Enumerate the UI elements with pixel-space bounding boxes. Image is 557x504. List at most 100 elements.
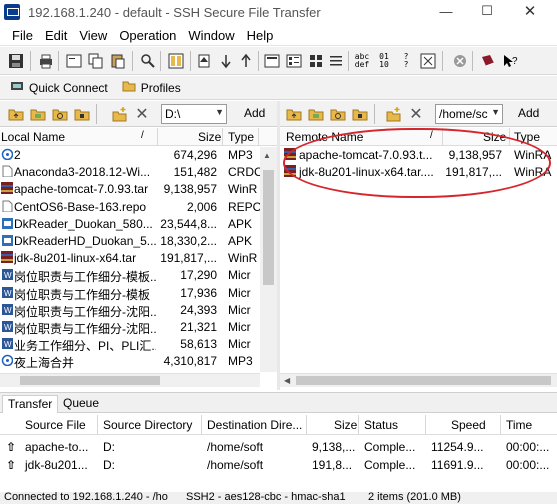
- file-row[interactable]: W 岗位职责与工作细分-模板 17,936 Micr: [0, 285, 277, 302]
- local-pane: ✕ D:\ ▼ Add Local Name / Size Type 2 674,…: [0, 101, 277, 390]
- upload-arrow-icon[interactable]: [236, 51, 256, 71]
- transfer-row[interactable]: ⇧ apache-to... D: /home/soft 9,138,... C…: [0, 438, 557, 456]
- remote-delete-icon[interactable]: ✕: [406, 104, 426, 124]
- icons-view-icon[interactable]: [306, 51, 326, 71]
- binary-mode-icon[interactable]: 01 10: [374, 51, 394, 71]
- menu-operation[interactable]: Operation: [119, 28, 176, 43]
- local-sync-folder-icon[interactable]: [72, 104, 92, 124]
- file-row[interactable]: Anaconda3-2018.12-Wi... 151,482 CRDC: [0, 164, 277, 181]
- remote-add-button[interactable]: Add: [512, 104, 545, 124]
- file-name: jdk-8u201-linux-x64.tar....: [299, 165, 434, 180]
- local-delete-icon[interactable]: ✕: [132, 104, 152, 124]
- paste-icon[interactable]: [108, 51, 128, 71]
- remote-new-folder-icon[interactable]: [384, 104, 404, 124]
- file-row[interactable]: W 岗位职责与工作细分-沈阳... 21,321 Micr: [0, 319, 277, 336]
- remote-home-folder-icon[interactable]: [306, 104, 326, 124]
- app-icon: [4, 4, 20, 20]
- tab-queue[interactable]: Queue: [58, 395, 104, 413]
- col-status[interactable]: Status: [364, 418, 398, 432]
- print-icon[interactable]: [36, 51, 56, 71]
- file-size: 191,817,...: [160, 251, 217, 266]
- menu-view[interactable]: View: [79, 28, 107, 43]
- winrar-archive-icon: [1, 182, 13, 195]
- help-book-icon[interactable]: [478, 51, 498, 71]
- local-refresh-folder-icon[interactable]: [50, 104, 70, 124]
- local-vertical-scrollbar[interactable]: ▲: [260, 147, 277, 372]
- file-row[interactable]: W 业务工作细分、PI、PLI汇... 58,613 Micr: [0, 336, 277, 353]
- file-row[interactable]: W 岗位职责与工作细分-模板... 17,290 Micr: [0, 267, 277, 284]
- remote-up-folder-icon[interactable]: [284, 104, 304, 124]
- file-row[interactable]: DkReaderHD_Duokan_5... 18,330,2... APK: [0, 233, 277, 250]
- local-col-size[interactable]: Size: [198, 130, 221, 144]
- file-name: apache-tomcat-7.0.93.t...: [299, 148, 433, 162]
- scroll-up-icon[interactable]: ▲: [263, 151, 271, 160]
- local-hscroll-thumb[interactable]: [20, 376, 160, 385]
- close-icon[interactable]: ✕: [512, 0, 548, 22]
- download-arrow-icon[interactable]: [216, 51, 236, 71]
- file-row[interactable]: CentOS6-Base-163.repo 2,006 REPO: [0, 199, 277, 216]
- local-home-folder-icon[interactable]: [28, 104, 48, 124]
- remote-sync-folder-icon[interactable]: [350, 104, 370, 124]
- local-horizontal-scrollbar[interactable]: [0, 373, 260, 387]
- col-size[interactable]: Size: [334, 418, 357, 432]
- file-row[interactable]: DkReader_Duokan_580... 23,544,8... APK: [0, 216, 277, 233]
- file-type: Micr: [228, 319, 251, 334]
- remote-col-size[interactable]: Size: [483, 130, 506, 144]
- local-add-button[interactable]: Add: [238, 104, 271, 124]
- file-row[interactable]: jdk-8u201-linux-x64.tar 191,817,... WinR: [0, 250, 277, 267]
- file-transfer-icon[interactable]: [166, 51, 186, 71]
- file-size: 17,936: [180, 285, 217, 300]
- remote-hscroll-thumb[interactable]: [296, 376, 551, 385]
- local-col-type[interactable]: Type: [228, 130, 254, 144]
- col-destination-directory[interactable]: Destination Dire...: [207, 418, 302, 432]
- chevron-down-icon: ▼: [215, 107, 224, 117]
- menu-help[interactable]: Help: [247, 28, 274, 43]
- list-icon[interactable]: [326, 51, 346, 71]
- details-view-icon[interactable]: [284, 51, 304, 71]
- context-help-icon[interactable]: ?: [500, 51, 520, 71]
- file-size: 24,393: [180, 302, 217, 317]
- tab-transfer[interactable]: Transfer: [2, 395, 59, 413]
- copy-icon[interactable]: [86, 51, 106, 71]
- remote-refresh-folder-icon[interactable]: [328, 104, 348, 124]
- remote-file-list: apache-tomcat-7.0.93.t... 9,138,957 WinRA j…: [280, 147, 557, 181]
- find-icon[interactable]: [138, 51, 158, 71]
- audio-file-icon: [1, 148, 13, 160]
- remote-col-name[interactable]: Remote Name: [286, 130, 363, 144]
- local-path-select[interactable]: D:\ ▼: [161, 104, 227, 124]
- col-source-file[interactable]: Source File: [25, 418, 86, 432]
- maximize-icon[interactable]: ☐: [469, 0, 505, 22]
- file-row[interactable]: apache-tomcat-7.0.93.tar 9,138,957 WinR: [0, 181, 277, 198]
- col-time[interactable]: Time: [506, 418, 532, 432]
- local-col-name[interactable]: Local Name: [1, 130, 65, 144]
- menu-edit[interactable]: Edit: [45, 28, 67, 43]
- remote-path-select[interactable]: /home/sc ▼: [435, 104, 503, 124]
- quick-connect-button[interactable]: Quick Connect: [10, 79, 108, 96]
- new-terminal-icon[interactable]: [64, 51, 84, 71]
- file-row[interactable]: W 岗位职责与工作细分-沈阳... 24,393 Micr: [0, 302, 277, 319]
- transfer-row[interactable]: ⇧ jdk-8u201... D: /home/soft 191,8... Co…: [0, 456, 557, 474]
- auto-mode-icon[interactable]: ??: [396, 51, 416, 71]
- save-icon[interactable]: [6, 51, 26, 71]
- upload-icon[interactable]: [194, 51, 214, 71]
- remote-horizontal-scrollbar[interactable]: ◀: [280, 373, 557, 387]
- menu-file[interactable]: File: [12, 28, 33, 43]
- disconnect-icon[interactable]: [450, 51, 470, 71]
- scroll-left-icon[interactable]: ◀: [284, 376, 290, 385]
- col-source-directory[interactable]: Source Directory: [103, 418, 192, 432]
- file-row[interactable]: apache-tomcat-7.0.93.t... 9,138,957 WinRA: [280, 147, 557, 164]
- local-scroll-thumb[interactable]: [263, 170, 274, 285]
- ascii-mode-icon[interactable]: abc def: [352, 51, 372, 71]
- profiles-button[interactable]: Profiles: [122, 79, 181, 96]
- file-row[interactable]: jdk-8u201-linux-x64.tar.... 191,817,... Wi…: [280, 164, 557, 181]
- remote-col-type[interactable]: Type: [514, 130, 540, 144]
- local-new-folder-icon[interactable]: [110, 104, 130, 124]
- minimize-icon[interactable]: —: [428, 0, 464, 22]
- file-row[interactable]: 夜上海合并 4,310,817 MP3: [0, 353, 277, 370]
- list-view-icon[interactable]: [262, 51, 282, 71]
- file-row[interactable]: 2 674,296 MP3: [0, 147, 277, 164]
- auto-select-icon[interactable]: [418, 51, 438, 71]
- col-speed[interactable]: Speed: [451, 418, 486, 432]
- local-up-folder-icon[interactable]: [6, 104, 26, 124]
- menu-window[interactable]: Window: [188, 28, 234, 43]
